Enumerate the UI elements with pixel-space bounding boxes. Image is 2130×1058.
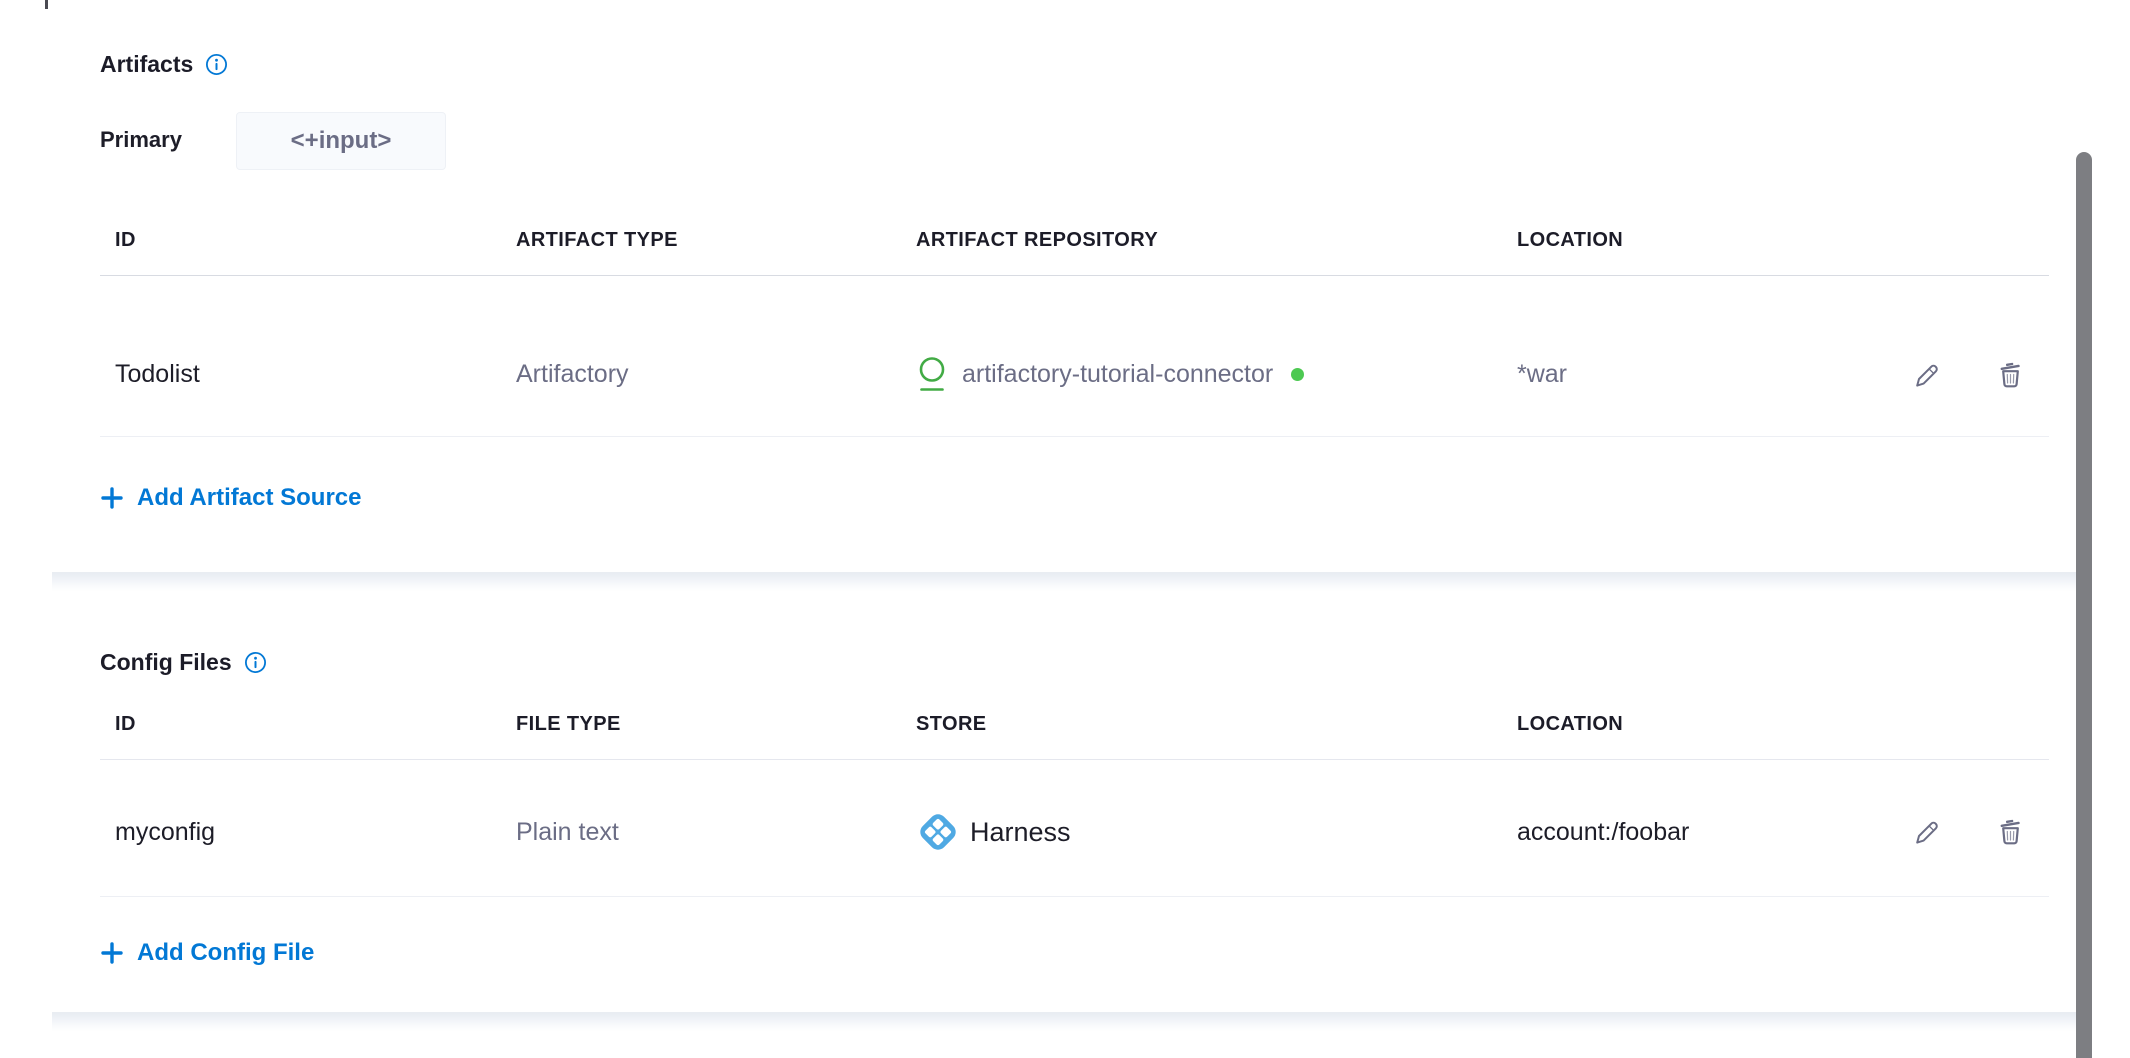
column-header-id: ID	[115, 690, 136, 759]
artifact-id: Todolist	[115, 277, 200, 436]
connector-name: artifactory-tutorial-connector	[962, 360, 1273, 389]
config-row-actions	[1909, 760, 2027, 896]
artifacts-section-header: Artifacts	[100, 48, 228, 80]
column-header-file-type: FILE TYPE	[516, 690, 621, 759]
delete-artifact-button[interactable]	[1993, 358, 2027, 392]
info-icon[interactable]	[244, 651, 267, 674]
service-config-panel: Artifacts Primary <+input> ID ARTIFACT T…	[0, 0, 2130, 1058]
artifact-row-actions	[1909, 277, 2027, 436]
harness-logo-icon	[916, 810, 960, 854]
primary-artifact-runtime-input[interactable]: <+input>	[236, 112, 446, 170]
artifact-type: Artifactory	[516, 277, 629, 436]
column-header-location: LOCATION	[1517, 690, 1623, 759]
column-header-artifact-repository: ARTIFACT REPOSITORY	[916, 205, 1158, 275]
config-file-store-cell: Harness	[916, 760, 1071, 896]
artifactory-connector-icon	[916, 355, 948, 395]
add-artifact-source-button[interactable]: Add Artifact Source	[100, 480, 361, 516]
artifact-source-row: Todolist Artifactory artifactory-tutoria…	[100, 277, 2049, 437]
add-artifact-source-label: Add Artifact Source	[137, 484, 361, 512]
plus-icon	[100, 941, 124, 965]
config-files-table-header: ID FILE TYPE STORE LOCATION	[100, 690, 2049, 760]
artifacts-title: Artifacts	[100, 48, 193, 80]
trash-icon	[1993, 358, 2027, 392]
config-files-title: Config Files	[100, 646, 232, 678]
column-header-id: ID	[115, 205, 136, 275]
config-file-id: myconfig	[115, 760, 215, 896]
artifacts-table-header: ID ARTIFACT TYPE ARTIFACT REPOSITORY LOC…	[100, 205, 2049, 276]
add-config-file-button[interactable]: Add Config File	[100, 935, 314, 971]
trash-icon	[1993, 815, 2027, 849]
primary-artifact-label: Primary	[100, 125, 182, 155]
config-files-section-header: Config Files	[100, 646, 267, 678]
column-header-location: LOCATION	[1517, 205, 1623, 275]
section-divider	[52, 572, 2076, 592]
connector-status-dot	[1291, 368, 1304, 381]
column-header-store: STORE	[916, 690, 987, 759]
pencil-icon	[1909, 815, 1943, 849]
edit-artifact-button[interactable]	[1909, 358, 1943, 392]
artifact-location: *war	[1517, 277, 1567, 436]
column-header-artifact-type: ARTIFACT TYPE	[516, 205, 678, 275]
delete-config-file-button[interactable]	[1993, 815, 2027, 849]
info-icon[interactable]	[205, 53, 228, 76]
config-file-row: myconfig Plain text Harness account:/foo…	[100, 760, 2049, 897]
plus-icon	[100, 486, 124, 510]
config-file-type: Plain text	[516, 760, 619, 896]
runtime-input-value: <+input>	[291, 127, 392, 155]
edit-config-file-button[interactable]	[1909, 815, 1943, 849]
store-name: Harness	[970, 817, 1071, 848]
vertical-scrollbar-thumb[interactable]	[2076, 152, 2092, 1058]
config-file-location: account:/foobar	[1517, 760, 1689, 896]
top-edge-tick	[45, 0, 48, 9]
section-divider	[52, 1012, 2076, 1032]
artifact-repository-cell: artifactory-tutorial-connector	[916, 277, 1304, 436]
add-config-file-label: Add Config File	[137, 939, 314, 967]
pencil-icon	[1909, 358, 1943, 392]
